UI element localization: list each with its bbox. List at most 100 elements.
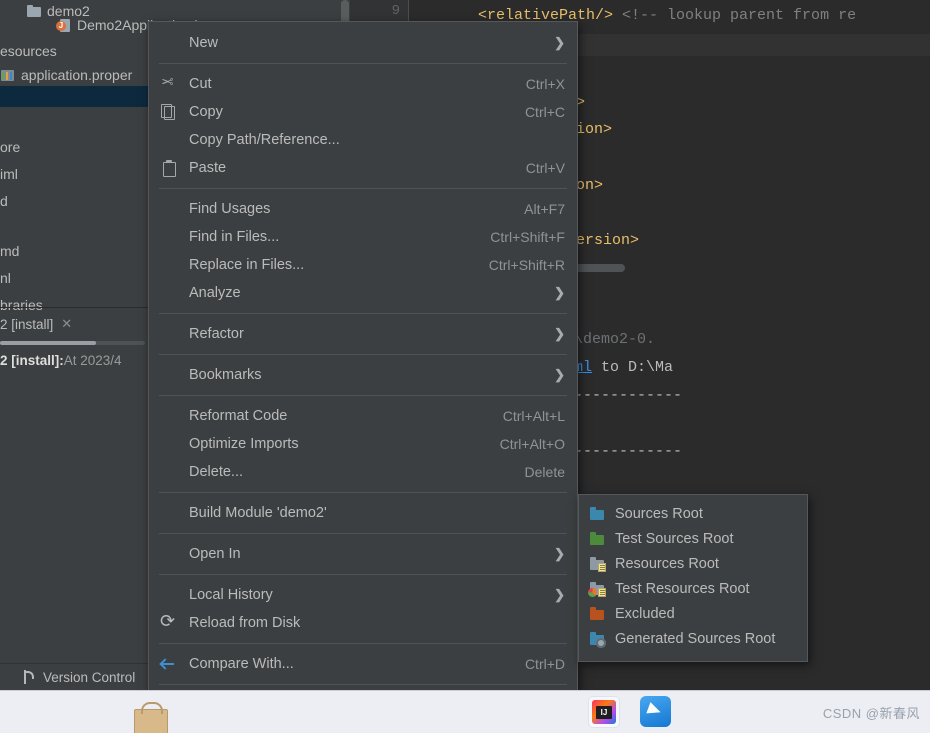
menu-item-delete[interactable]: Delete...Delete: [149, 458, 577, 486]
menu-item-build-module-demo2[interactable]: Build Module 'demo2': [149, 499, 577, 527]
chevron-right-icon: ❯: [554, 285, 565, 301]
submenu-item-resources-root[interactable]: Resources Root: [579, 551, 807, 576]
menu-item-label: Paste: [189, 160, 508, 176]
menu-item-label: Delete...: [189, 464, 507, 480]
menu-item-bookmarks[interactable]: Bookmarks ❯: [149, 361, 577, 389]
menu-item-label: Cut: [189, 76, 508, 92]
menu-item-shortcut: Ctrl+Alt+L: [503, 408, 565, 424]
menu-item-icon-placeholder: [161, 546, 177, 562]
menu-item-label: Find Usages: [189, 201, 506, 217]
menu-item-label: Find in Files...: [189, 229, 472, 245]
menu-item-local-history[interactable]: Local History❯: [149, 581, 577, 609]
menu-item-label: Copy Path/Reference...: [189, 132, 565, 148]
windows-taskbar[interactable]: CSDN @新春风: [0, 690, 930, 733]
menu-item-compare-with[interactable]: Compare With...Ctrl+D: [149, 650, 577, 678]
shopping-bag-icon[interactable]: [130, 701, 170, 733]
menu-item-new[interactable]: New❯: [149, 29, 577, 57]
menu-separator: [159, 313, 567, 314]
submenu-item-label: Generated Sources Root: [615, 631, 775, 647]
menu-item-copy-path-reference[interactable]: Copy Path/Reference...: [149, 126, 577, 154]
menu-item-open-in[interactable]: Open In ❯: [149, 540, 577, 568]
intellij-idea-icon[interactable]: [588, 696, 620, 728]
menu-item-replace-in-files[interactable]: Replace in Files... Ctrl+Shift+R: [149, 251, 577, 279]
menu-item-icon-placeholder: [161, 587, 177, 603]
menu-item-analyze[interactable]: Analyze ❯: [149, 279, 577, 307]
folder-generated-icon: [589, 631, 605, 647]
mark-directory-as-submenu[interactable]: Sources Root Test Sources Root Resources R…: [578, 494, 808, 662]
tree-row-label: ore: [0, 139, 20, 155]
build-tab[interactable]: 2 [install] ✕: [0, 313, 72, 335]
tree-row-label: braries: [0, 297, 43, 313]
menu-item-label: Optimize Imports: [189, 436, 482, 452]
menu-item-icon-placeholder: [161, 257, 177, 273]
pie-badge-icon: [588, 588, 597, 597]
menu-item-reload-from-disk[interactable]: Reload from Disk: [149, 609, 577, 637]
menu-item-icon-placeholder: [161, 326, 177, 342]
menu-item-cut[interactable]: Cut Ctrl+X: [149, 70, 577, 98]
menu-item-reformat-code[interactable]: Reformat CodeCtrl+Alt+L: [149, 402, 577, 430]
build-progress-track: [0, 341, 145, 345]
menu-item-icon-placeholder: [161, 35, 177, 51]
menu-item-find-usages[interactable]: Find Usages Alt+F7: [149, 195, 577, 223]
menu-item-shortcut: Ctrl+D: [525, 656, 565, 672]
tree-row-label: md: [0, 243, 19, 259]
menu-item-icon-placeholder: [161, 367, 177, 383]
menu-item-find-in-files[interactable]: Find in Files...Ctrl+Shift+F: [149, 223, 577, 251]
submenu-item-sources-root[interactable]: Sources Root: [579, 501, 807, 526]
chevron-right-icon: ❯: [554, 367, 565, 383]
build-status-prefix: 2 [install]:: [0, 353, 64, 368]
menu-item-shortcut: Ctrl+C: [525, 104, 565, 120]
menu-item-icon-placeholder: [161, 464, 177, 480]
menu-item-icon-placeholder: [161, 229, 177, 245]
folder-green-icon: [589, 531, 605, 547]
menu-separator: [159, 354, 567, 355]
menu-item-label: Copy: [189, 104, 507, 120]
menu-item-label: Open In: [189, 546, 540, 562]
menu-separator: [159, 188, 567, 189]
lines-badge-icon: [598, 588, 606, 597]
menu-item-label: Analyze: [189, 285, 540, 301]
submenu-item-test-sources-root[interactable]: Test Sources Root: [579, 526, 807, 551]
menu-item-copy[interactable]: Copy Ctrl+C: [149, 98, 577, 126]
folder-body: [590, 610, 604, 620]
submenu-item-excluded[interactable]: Excluded: [579, 601, 807, 626]
menu-item-paste[interactable]: PasteCtrl+V: [149, 154, 577, 182]
folder-orange-icon: [589, 606, 605, 622]
submenu-item-label: Excluded: [615, 606, 675, 622]
properties-file-icon: [0, 67, 16, 83]
branch-icon: [20, 669, 36, 685]
menu-item-label: Local History: [189, 587, 540, 603]
menu-item-label: Build Module 'demo2': [189, 505, 565, 521]
version-control-label[interactable]: Version Control: [43, 670, 135, 685]
menu-item-label: Bookmarks: [189, 367, 540, 383]
menu-item-shortcut: Ctrl+Shift+R: [489, 257, 565, 273]
build-tab-label: 2 [install]: [0, 317, 53, 332]
menu-item-shortcut: Ctrl+X: [526, 76, 565, 92]
menu-item-shortcut: Alt+F7: [524, 201, 565, 217]
paste-icon: [161, 160, 177, 176]
folder-body: [590, 535, 604, 545]
menu-item-label: Replace in Files...: [189, 257, 471, 273]
copy-icon: [161, 104, 177, 120]
menu-item-refactor[interactable]: Refactor❯: [149, 320, 577, 348]
close-icon[interactable]: ✕: [61, 316, 72, 332]
menu-item-icon-placeholder: [161, 201, 177, 217]
submenu-item-test-resources-root[interactable]: Test Resources Root: [579, 576, 807, 601]
context-menu[interactable]: New❯ Cut Ctrl+X Copy Ctrl+C Copy Path/Referen…: [148, 21, 578, 733]
menu-separator: [159, 533, 567, 534]
folder-test-resources-icon: [589, 581, 605, 597]
submenu-item-label: Test Sources Root: [615, 531, 733, 547]
tree-row-label: d: [0, 193, 8, 209]
menu-item-icon-placeholder: [161, 132, 177, 148]
lines-badge-icon: [598, 563, 606, 572]
menu-item-optimize-imports[interactable]: Optimize ImportsCtrl+Alt+O: [149, 430, 577, 458]
chevron-right-icon: ❯: [554, 35, 565, 51]
submenu-item-generated-sources-root[interactable]: Generated Sources Root: [579, 626, 807, 651]
console-text: to D:\Ma: [592, 359, 673, 376]
menu-item-icon-placeholder: [161, 408, 177, 424]
chevron-right-icon: ❯: [554, 546, 565, 562]
cut-icon: [161, 76, 177, 92]
swiftly-app-icon[interactable]: [640, 696, 672, 728]
tree-row-label: esources: [0, 43, 57, 59]
submenu-item-label: Test Resources Root: [615, 581, 750, 597]
